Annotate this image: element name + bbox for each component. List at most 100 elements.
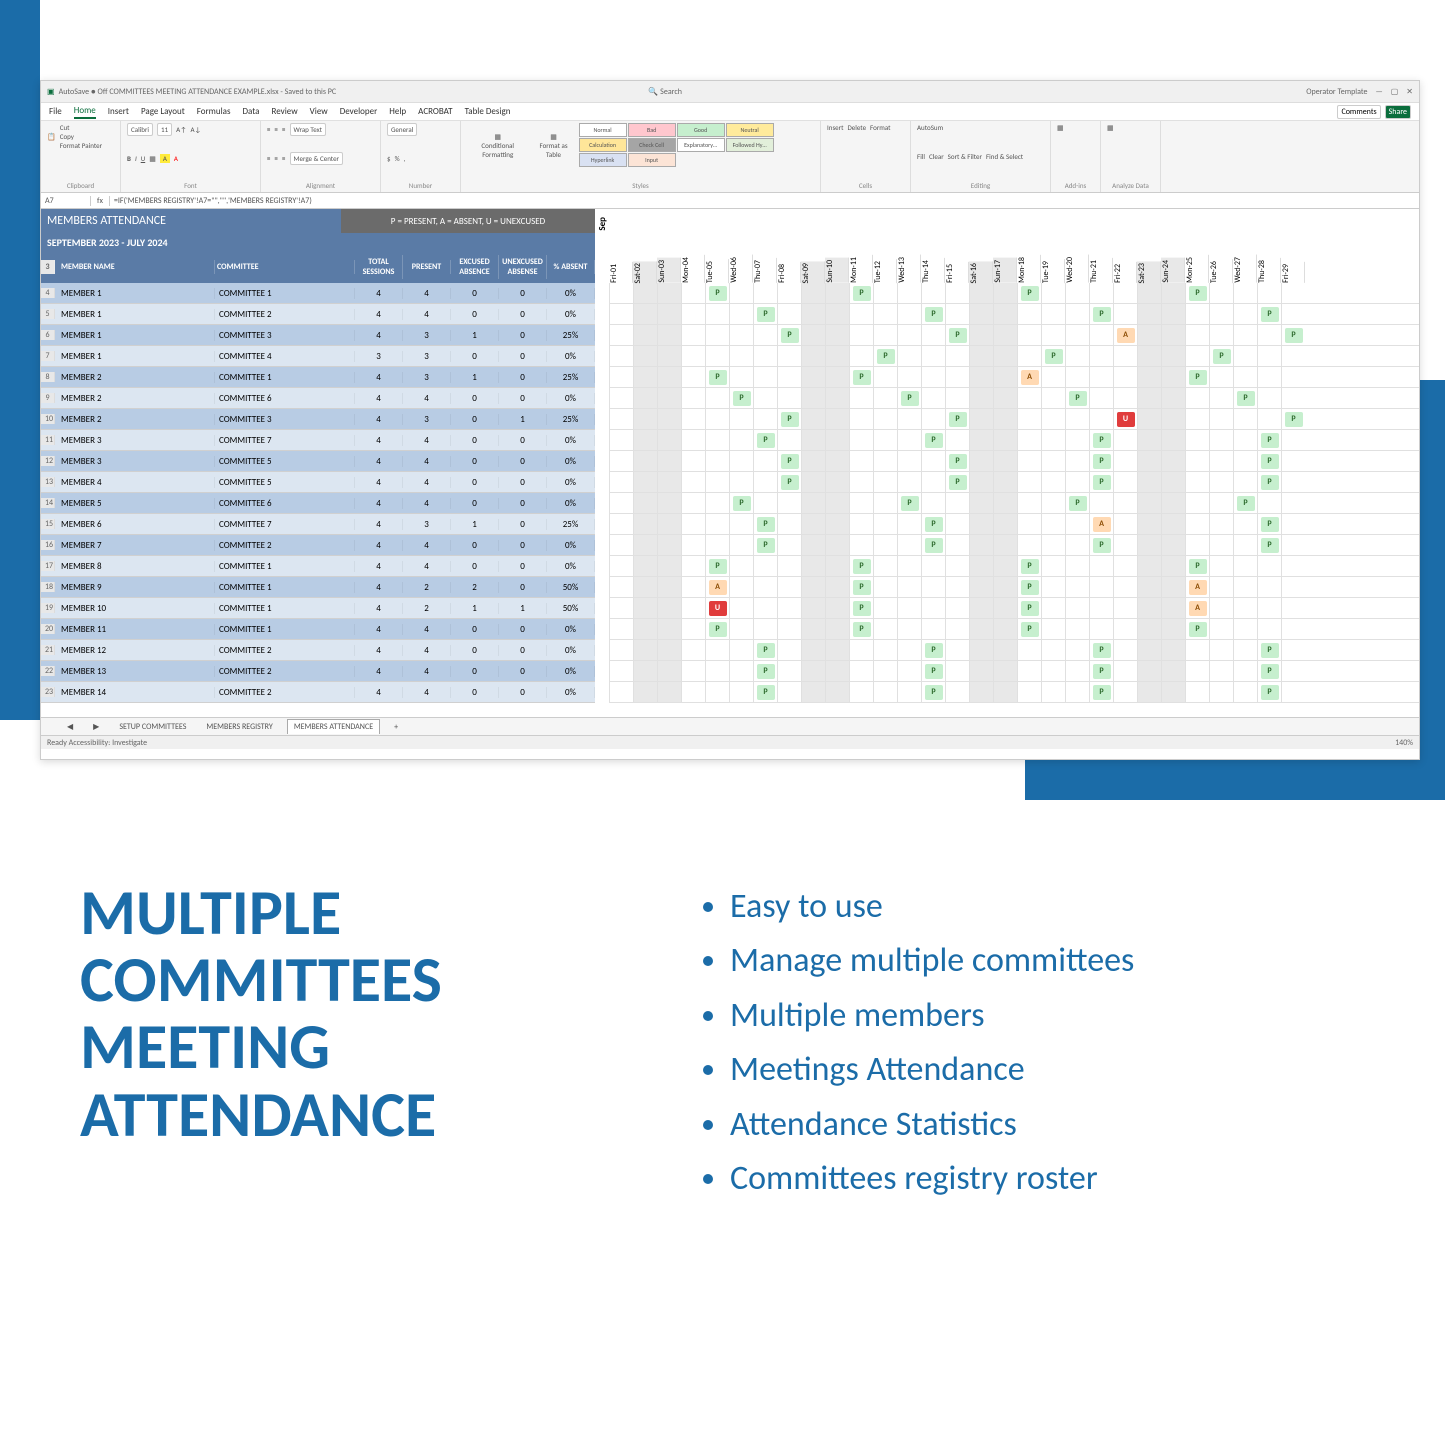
date-header[interactable]: Wed-06 bbox=[729, 255, 753, 283]
date-header[interactable]: Mon-25 bbox=[1185, 255, 1209, 283]
calendar-cell[interactable] bbox=[1089, 556, 1113, 576]
calendar-cell[interactable] bbox=[873, 451, 897, 471]
calendar-cell[interactable] bbox=[1041, 577, 1065, 597]
calendar-cell[interactable] bbox=[1017, 535, 1041, 555]
calendar-cell[interactable] bbox=[873, 661, 897, 681]
align-icon[interactable]: ≡ bbox=[282, 154, 286, 163]
calendar-cell[interactable] bbox=[657, 619, 681, 639]
calendar-cell[interactable] bbox=[657, 346, 681, 366]
number-format[interactable]: General bbox=[387, 123, 417, 136]
calendar-cell[interactable] bbox=[1137, 430, 1161, 450]
calendar-cell[interactable] bbox=[993, 556, 1017, 576]
col-total[interactable]: TOTAL SESSIONS bbox=[355, 255, 403, 279]
calendar-cell[interactable] bbox=[825, 556, 849, 576]
calendar-cell[interactable] bbox=[1065, 556, 1089, 576]
calendar-cell[interactable] bbox=[1137, 493, 1161, 513]
calendar-cell[interactable] bbox=[897, 430, 921, 450]
calendar-cell[interactable] bbox=[729, 430, 753, 450]
calendar-cell[interactable] bbox=[1113, 682, 1137, 702]
cell-member-name[interactable]: MEMBER 2 bbox=[55, 372, 215, 383]
calendar-cell[interactable] bbox=[993, 619, 1017, 639]
calendar-cell[interactable]: P bbox=[705, 283, 729, 303]
cell-member-name[interactable]: MEMBER 14 bbox=[55, 687, 215, 698]
calendar-cell[interactable] bbox=[1113, 388, 1137, 408]
calendar-cell[interactable] bbox=[1113, 640, 1137, 660]
calendar-cell[interactable] bbox=[1185, 430, 1209, 450]
calendar-cell[interactable] bbox=[825, 682, 849, 702]
close-icon[interactable]: ✕ bbox=[1406, 87, 1413, 97]
calendar-cell[interactable] bbox=[849, 451, 873, 471]
calendar-cell[interactable] bbox=[681, 493, 705, 513]
cell-excused[interactable]: 0 bbox=[451, 645, 499, 656]
cell-present[interactable]: 4 bbox=[403, 309, 451, 320]
calendar-cell[interactable] bbox=[993, 640, 1017, 660]
calendar-cell[interactable] bbox=[657, 535, 681, 555]
calendar-cell[interactable] bbox=[1209, 472, 1233, 492]
calendar-cell[interactable] bbox=[1017, 430, 1041, 450]
cell-present[interactable]: 3 bbox=[403, 351, 451, 362]
cell-style-4[interactable]: Calculation bbox=[579, 138, 627, 152]
format-as-table-button[interactable]: Format as Table bbox=[532, 141, 574, 159]
cell-style-8[interactable]: Hyperlink bbox=[579, 153, 627, 167]
cell-present[interactable]: 4 bbox=[403, 561, 451, 572]
calendar-cell[interactable]: P bbox=[1089, 472, 1113, 492]
calendar-cell[interactable] bbox=[1281, 472, 1305, 492]
calendar-cell[interactable] bbox=[1209, 409, 1233, 429]
calendar-cell[interactable] bbox=[1065, 514, 1089, 534]
calendar-cell[interactable] bbox=[873, 619, 897, 639]
calendar-cell[interactable] bbox=[1257, 409, 1281, 429]
calendar-cell[interactable]: P bbox=[945, 451, 969, 471]
calendar-cell[interactable] bbox=[1089, 325, 1113, 345]
calendar-cell[interactable] bbox=[729, 472, 753, 492]
calendar-cell[interactable] bbox=[801, 325, 825, 345]
cell-committee[interactable]: COMMITTEE 7 bbox=[215, 519, 355, 530]
calendar-cell[interactable] bbox=[777, 640, 801, 660]
calendar-cell[interactable] bbox=[873, 598, 897, 618]
calendar-cell[interactable] bbox=[1137, 451, 1161, 471]
calendar-cell[interactable]: A bbox=[1185, 577, 1209, 597]
calendar-cell[interactable] bbox=[1113, 661, 1137, 681]
cell-total[interactable]: 4 bbox=[355, 309, 403, 320]
calendar-cell[interactable] bbox=[1041, 451, 1065, 471]
calendar-cell[interactable]: P bbox=[777, 451, 801, 471]
calendar-cell[interactable]: P bbox=[921, 514, 945, 534]
calendar-cell[interactable] bbox=[945, 661, 969, 681]
calendar-cell[interactable] bbox=[801, 409, 825, 429]
calendar-cell[interactable] bbox=[801, 346, 825, 366]
calendar-cell[interactable] bbox=[993, 535, 1017, 555]
calendar-cell[interactable] bbox=[1161, 577, 1185, 597]
calendar-cell[interactable] bbox=[1233, 472, 1257, 492]
cell-committee[interactable]: COMMITTEE 1 bbox=[215, 624, 355, 635]
cell-percent[interactable]: 25% bbox=[547, 519, 595, 530]
cell-excused[interactable]: 0 bbox=[451, 393, 499, 404]
cell-committee[interactable]: COMMITTEE 6 bbox=[215, 393, 355, 404]
calendar-cell[interactable] bbox=[633, 346, 657, 366]
calendar-cell[interactable]: P bbox=[777, 409, 801, 429]
calendar-cell[interactable] bbox=[1113, 535, 1137, 555]
calendar-cell[interactable] bbox=[753, 451, 777, 471]
calendar-cell[interactable] bbox=[1185, 325, 1209, 345]
fx-icon[interactable]: fx bbox=[91, 196, 110, 206]
cell-style-3[interactable]: Neutral bbox=[726, 123, 774, 137]
table-row[interactable]: 18MEMBER 9COMMITTEE 1422050% bbox=[41, 577, 595, 598]
cell-total[interactable]: 4 bbox=[355, 435, 403, 446]
cell-committee[interactable]: COMMITTEE 2 bbox=[215, 309, 355, 320]
calendar-cell[interactable] bbox=[849, 640, 873, 660]
cell-percent[interactable]: 0% bbox=[547, 393, 595, 404]
calendar-cell[interactable] bbox=[1065, 346, 1089, 366]
calendar-cell[interactable] bbox=[1137, 346, 1161, 366]
calendar-cell[interactable] bbox=[1233, 661, 1257, 681]
calendar-cell[interactable] bbox=[1137, 388, 1161, 408]
cell-present[interactable]: 4 bbox=[403, 393, 451, 404]
calendar-cell[interactable]: P bbox=[1233, 493, 1257, 513]
calendar-cell[interactable] bbox=[1281, 388, 1305, 408]
calendar-cell[interactable] bbox=[777, 535, 801, 555]
calendar-cell[interactable] bbox=[1137, 409, 1161, 429]
calendar-cell[interactable] bbox=[1209, 430, 1233, 450]
cell-present[interactable]: 4 bbox=[403, 288, 451, 299]
calendar-cell[interactable] bbox=[801, 661, 825, 681]
calendar-cell[interactable] bbox=[945, 346, 969, 366]
calendar-cell[interactable] bbox=[969, 640, 993, 660]
calendar-cell[interactable] bbox=[921, 325, 945, 345]
calendar-cell[interactable] bbox=[1209, 304, 1233, 324]
